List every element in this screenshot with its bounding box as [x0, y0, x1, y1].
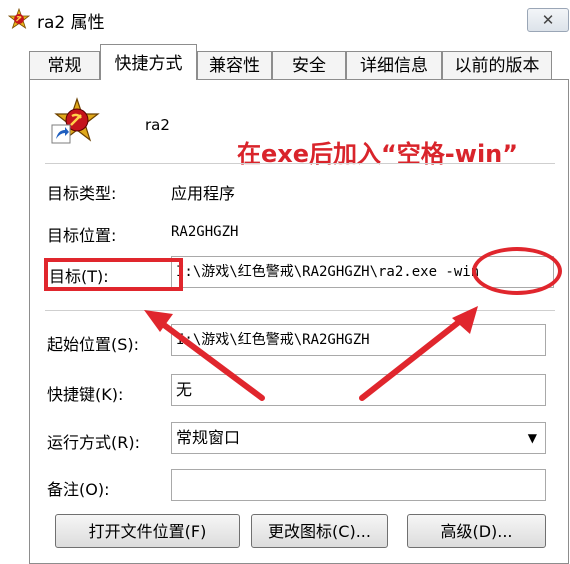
tab-security[interactable]: 安全 — [272, 51, 346, 79]
run-select-value: 常规窗口 — [176, 428, 241, 447]
window-title: ra2 属性 — [37, 13, 105, 33]
start-in-input[interactable]: I:\游戏\红色警戒\RA2GHGZH — [171, 324, 546, 356]
target-location-label: 目标位置: — [47, 226, 117, 245]
target-location-value: RA2GHGZH — [171, 224, 239, 240]
hotkey-label: 快捷键(K): — [47, 385, 124, 404]
red-alert-2-shortcut-icon — [51, 97, 100, 144]
close-button[interactable]: ✕ — [527, 8, 569, 32]
tab-shortcut[interactable]: 快捷方式 — [100, 44, 197, 80]
hotkey-input[interactable]: 无 — [171, 374, 546, 406]
target-type-label: 目标类型: — [47, 184, 117, 203]
red-alert-2-icon — [8, 8, 30, 30]
divider — [45, 310, 555, 311]
start-in-label: 起始位置(S): — [47, 335, 140, 354]
divider — [45, 163, 555, 164]
tab-previous-versions[interactable]: 以前的版本 — [442, 51, 552, 79]
target-highlight-box — [44, 258, 183, 291]
comment-input[interactable] — [171, 469, 546, 501]
tab-general[interactable]: 常规 — [29, 51, 100, 79]
open-file-location-button[interactable]: 打开文件位置(F) — [55, 514, 240, 548]
run-select[interactable]: 常规窗口 ▼ — [171, 422, 546, 454]
tab-details[interactable]: 详细信息 — [346, 51, 442, 79]
change-icon-button[interactable]: 更改图标(C)... — [251, 514, 388, 548]
target-type-value: 应用程序 — [171, 184, 236, 203]
shortcut-name: ra2 — [145, 116, 170, 134]
tab-compatibility[interactable]: 兼容性 — [197, 51, 272, 79]
run-label: 运行方式(R): — [47, 433, 140, 452]
chevron-down-icon: ▼ — [527, 431, 537, 445]
comment-label: 备注(O): — [47, 480, 110, 499]
win-highlight-ellipse — [472, 247, 562, 295]
advanced-button[interactable]: 高级(D)... — [407, 514, 546, 548]
